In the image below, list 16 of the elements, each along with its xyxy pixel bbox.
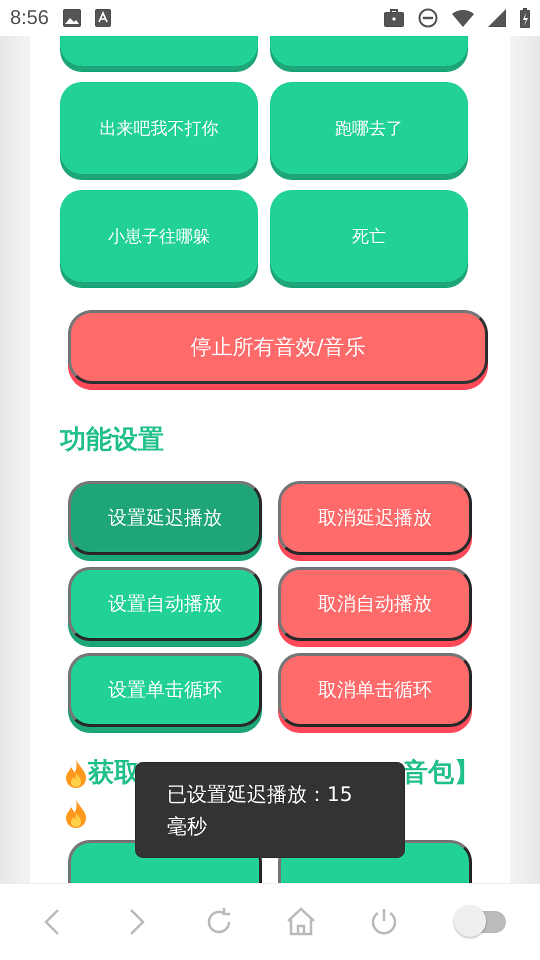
briefcase-icon — [384, 9, 404, 27]
sound-button[interactable]: 小崽子往哪躲 — [60, 190, 258, 282]
home-icon[interactable] — [286, 906, 316, 938]
section-heading: 功能设置 — [60, 424, 165, 457]
sound-button[interactable]: 跑哪去了 — [270, 82, 468, 174]
do-not-disturb-icon — [418, 8, 438, 28]
image-icon — [62, 9, 81, 27]
flame-icon — [64, 758, 88, 788]
flame-icon — [64, 798, 88, 828]
text-icon — [94, 9, 111, 27]
clock: 8:56 — [10, 6, 49, 30]
signal-icon — [488, 9, 506, 27]
wifi-icon — [452, 9, 474, 27]
sound-button[interactable]: 死亡 — [270, 190, 468, 282]
sound-button[interactable]: 出来吧我不打你 — [60, 82, 258, 174]
battery-icon — [520, 8, 530, 28]
